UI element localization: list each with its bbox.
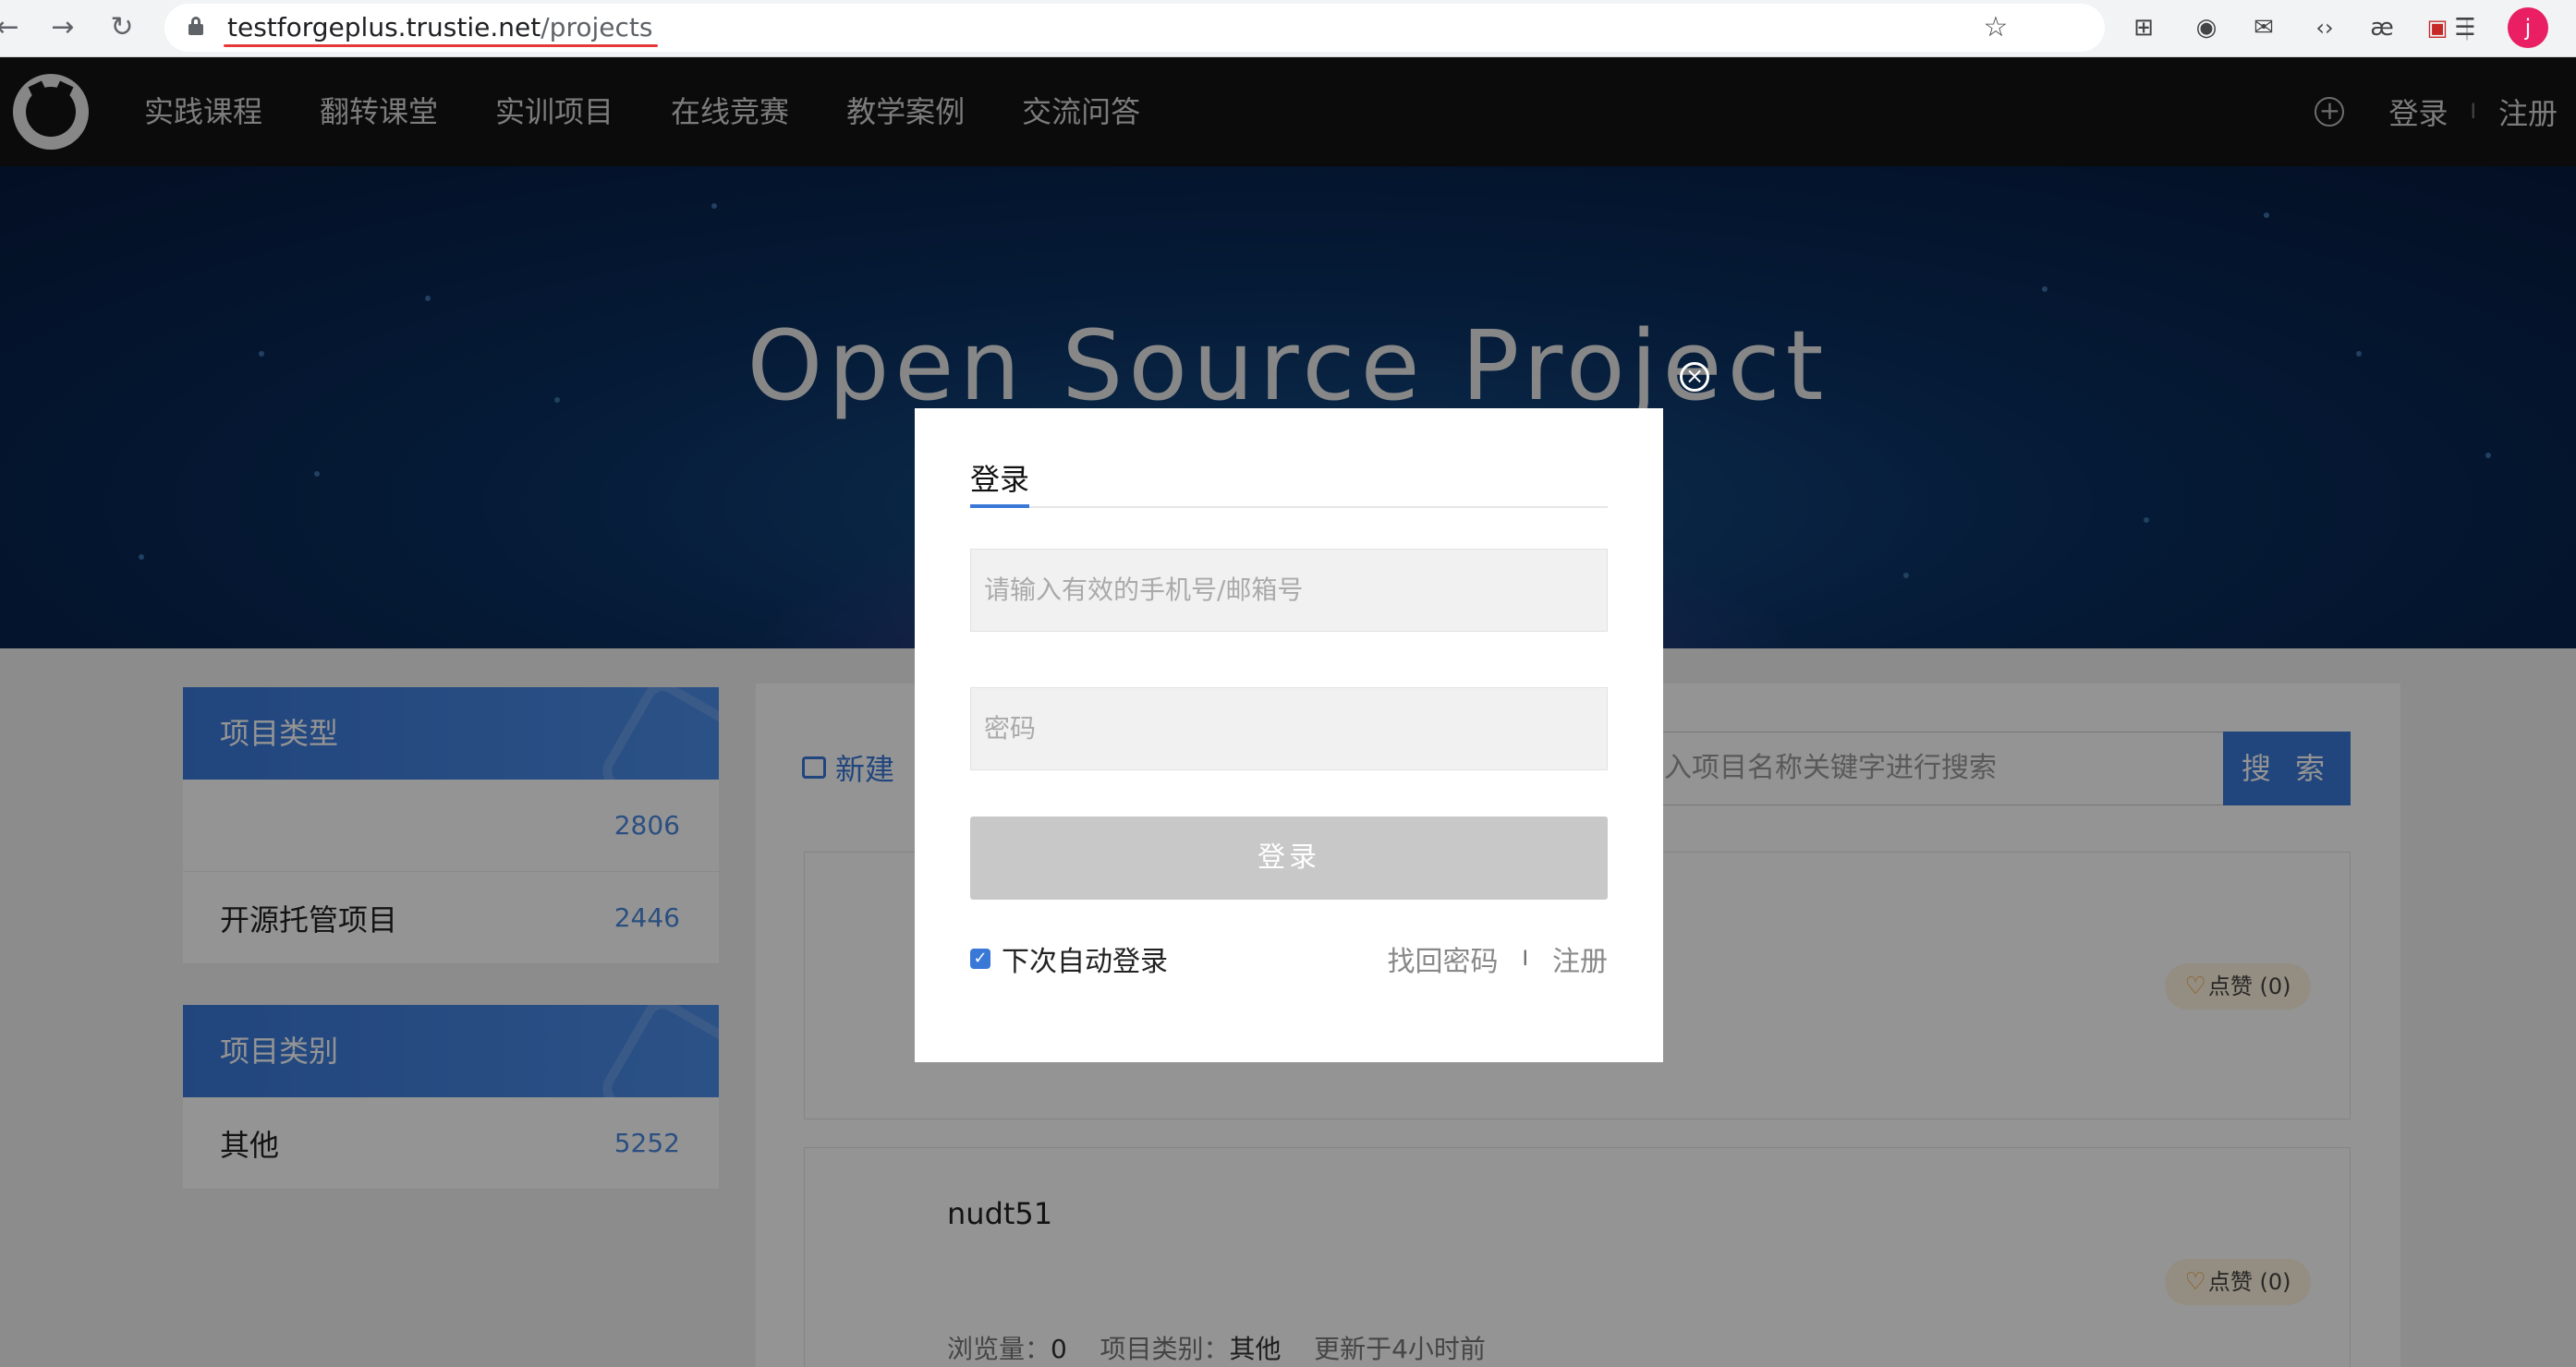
url-annotation-underline: [224, 44, 658, 47]
modal-links: 找回密码 I 注册: [1388, 938, 1609, 979]
forward-icon[interactable]: →: [43, 7, 83, 48]
media-icon[interactable]: ☰: [2445, 7, 2485, 48]
forgot-password-link[interactable]: 找回密码: [1388, 938, 1499, 979]
account-input[interactable]: 请输入有效的手机号/邮箱号: [970, 549, 1608, 632]
links-separator: I: [1522, 947, 1529, 971]
login-submit-button[interactable]: 登录: [970, 817, 1608, 900]
translate-icon[interactable]: ⊞: [2123, 7, 2164, 48]
remember-label: 下次自动登录: [1002, 946, 1168, 978]
browser-toolbar: ← → ↻ testforgeplus.trustie.net/projects…: [0, 0, 2576, 57]
extension-camera-icon[interactable]: ◉: [2186, 7, 2227, 48]
star-icon[interactable]: ☆: [1975, 7, 2016, 48]
password-input[interactable]: 密码: [970, 687, 1608, 770]
tab-active-indicator: [970, 504, 1029, 508]
close-icon[interactable]: ×: [1680, 362, 1709, 392]
url-text: testforgeplus.trustie.net/projects: [227, 12, 653, 42]
code-extension-icon[interactable]: ‹›: [2304, 7, 2345, 48]
modal-register-link[interactable]: 注册: [1552, 938, 1608, 979]
profile-avatar[interactable]: j: [2508, 7, 2548, 48]
ae-extension-icon[interactable]: æ: [2362, 7, 2402, 48]
tab-login[interactable]: 登录: [970, 456, 1029, 499]
back-icon[interactable]: ←: [0, 7, 28, 48]
login-modal: 登录 请输入有效的手机号/邮箱号 密码 登录 ✓ 下次自动登录 找回密码 I 注…: [915, 408, 1663, 1062]
address-bar[interactable]: testforgeplus.trustie.net/projects ☆: [164, 4, 2105, 52]
mail-extension-icon[interactable]: ✉: [2243, 7, 2284, 48]
remember-checkbox[interactable]: ✓: [970, 949, 990, 969]
reload-icon[interactable]: ↻: [102, 7, 142, 48]
lock-icon: [188, 17, 203, 35]
tab-divider: [970, 506, 1608, 508]
remember-me[interactable]: ✓ 下次自动登录: [970, 938, 1168, 979]
